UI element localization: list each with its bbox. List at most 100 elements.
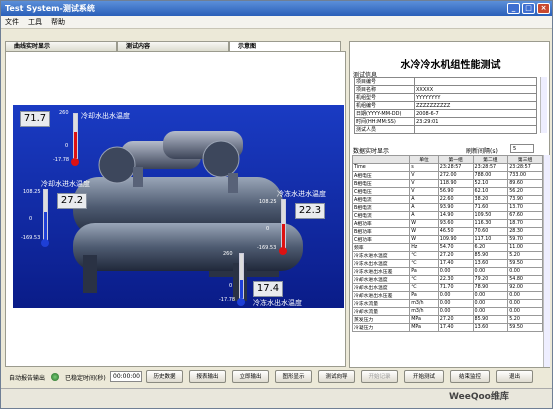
scale-top: 260 <box>223 251 233 257</box>
info-value[interactable]: YYYYYYYY <box>414 93 537 102</box>
table-cell: 59.70 <box>507 234 543 244</box>
table-cell: 23:28:57 <box>507 163 543 172</box>
column-header: 第一组 <box>437 155 474 164</box>
table-cell: A <box>409 194 439 204</box>
refresh-input[interactable]: 5 <box>510 144 534 153</box>
test-wizard-button[interactable]: 测试向导 <box>318 370 355 383</box>
column-header: 第二组 <box>472 155 509 164</box>
table-cell: 冷冻水流量 <box>351 298 411 308</box>
table-cell: 85.90 <box>472 250 509 260</box>
table-cell: 冷冻水进出水压差 <box>351 266 411 276</box>
table-cell: 733.00 <box>507 170 543 180</box>
menu-help[interactable]: 帮助 <box>51 16 65 28</box>
info-value[interactable]: 23:29:01 <box>414 117 537 126</box>
table-row: 冷冻水进水温度 ℃ 27.20 85.90 5.20 <box>351 250 543 260</box>
table-row: C相功率 W 109.90 117.10 59.70 <box>351 234 543 244</box>
thermometer-bulb <box>71 158 79 166</box>
table-cell: 频率 <box>351 242 411 252</box>
table-cell: 118.90 <box>437 178 474 188</box>
end-monitor-button[interactable]: 结束监控 <box>450 370 490 383</box>
info-row: 机组编号 ZZZZZZZZZZ <box>354 101 537 110</box>
graph-display-button[interactable]: 图形显示 <box>275 370 312 383</box>
menu-tools[interactable]: 工具 <box>28 16 42 28</box>
tab-test-content[interactable]: 测试内容 <box>117 41 229 51</box>
scale-bottom: -169.53 <box>257 245 277 251</box>
table-cell: 18.70 <box>507 218 543 228</box>
stable-time-field[interactable]: 00:00:00 <box>110 371 142 382</box>
table-row: 冷冻水出水温度 ℃ 17.40 13.60 59.50 <box>351 258 543 268</box>
table-cell: A <box>409 202 439 212</box>
thermometer-cooling-in <box>43 189 48 241</box>
compressor-volute-right <box>202 140 240 178</box>
table-cell: B相电压 <box>351 178 411 188</box>
table-cell: W <box>409 234 439 244</box>
table-cell: s <box>409 163 439 172</box>
compressor-volute-left <box>98 146 136 184</box>
exit-button[interactable]: 退出 <box>496 370 533 383</box>
table-cell: 0.00 <box>507 298 543 308</box>
window-title: Test System-测试系统 <box>5 4 95 13</box>
info-value[interactable] <box>414 77 537 86</box>
history-data-button[interactable]: 历史数据 <box>146 370 183 383</box>
info-row: 项目名称 XXXXX <box>354 85 537 94</box>
info-key: 测试人员 <box>354 125 415 134</box>
table-cell: 54.80 <box>507 274 543 284</box>
table-row: 冷却水进出水压差 Pa 0.00 0.00 0.00 <box>351 290 543 300</box>
table-cell: 0.00 <box>472 306 509 316</box>
info-value[interactable]: 2008-6-7 <box>414 109 537 118</box>
table-cell: ℃ <box>409 282 439 292</box>
table-cell: W <box>409 226 439 236</box>
start-record-button[interactable]: 开始记录 <box>361 370 398 383</box>
table-row: Time s 23:28:57 23:28:57 23:28:57 <box>351 163 543 172</box>
tab-curve[interactable]: 曲线实时显示 <box>5 41 117 51</box>
close-button[interactable]: × <box>537 3 550 14</box>
table-cell: 13.60 <box>472 258 509 268</box>
table-row: C相电压 V 56.90 62.10 56.20 <box>351 186 543 196</box>
table-cell: V <box>409 170 439 180</box>
minimize-button[interactable]: _ <box>507 3 520 14</box>
table-cell: 冷冻水出水温度 <box>351 258 411 268</box>
table-cell: C相功率 <box>351 234 411 244</box>
table-cell: 788.00 <box>472 170 509 180</box>
table-cell: 59.50 <box>507 322 543 332</box>
menu-bar: 文件 工具 帮助 <box>1 16 552 29</box>
table-cell: 14.90 <box>437 210 474 220</box>
info-value[interactable]: XXXXX <box>414 85 537 94</box>
start-test-button[interactable]: 开始测试 <box>404 370 444 383</box>
info-value[interactable]: ZZZZZZZZZZ <box>414 101 537 110</box>
scale-top: 108.25 <box>259 199 277 205</box>
table-cell: 38.20 <box>472 194 509 204</box>
menu-file[interactable]: 文件 <box>5 16 19 28</box>
tab-schematic[interactable]: 示意图 <box>229 41 341 51</box>
table-row: B相电压 V 118.90 52.10 89.60 <box>351 178 543 188</box>
table-cell: Pa <box>409 290 439 300</box>
auto-report-label: 自动报告输出 <box>9 375 46 382</box>
column-header <box>351 155 411 164</box>
table-cell: 11.00 <box>507 242 543 252</box>
table-cell: Time <box>351 163 411 172</box>
table-cell: 6.20 <box>472 242 509 252</box>
output-now-button[interactable]: 立即输出 <box>232 370 269 383</box>
table-cell: 62.10 <box>472 186 509 196</box>
table-cell: 109.90 <box>437 234 474 244</box>
test-panel: 水冷冷水机组性能测试 测试信息 项目编号 项目名称 XXXXX 机组型号 YYYYYYY… <box>349 41 550 368</box>
info-scrollbar[interactable] <box>540 77 547 133</box>
table-cell: 54.70 <box>437 242 474 252</box>
thermometer-chilled-in <box>281 199 286 249</box>
table-cell: 0.00 <box>437 306 474 316</box>
table-cell: 0.00 <box>437 298 474 308</box>
cooling-in-temp-label: 冷却水进水温度 <box>41 180 90 188</box>
scale-zero: 0 <box>266 226 270 232</box>
table-cell: 5.20 <box>507 250 543 260</box>
table-cell: 93.60 <box>437 218 474 228</box>
table-row: 频率 Hz 54.70 6.20 11.00 <box>351 242 543 252</box>
report-output-button[interactable]: 报表输出 <box>189 370 226 383</box>
maximize-button[interactable]: □ <box>522 3 535 14</box>
table-cell: 78.90 <box>472 282 509 292</box>
scale-bottom: -17.78 <box>53 157 70 163</box>
data-scrollbar[interactable] <box>543 155 550 367</box>
table-cell: 46.50 <box>437 226 474 236</box>
info-row: 日期(YYYY-MM-DD) 2008-6-7 <box>354 109 537 118</box>
info-value[interactable] <box>414 125 537 134</box>
table-cell: 89.60 <box>507 178 543 188</box>
